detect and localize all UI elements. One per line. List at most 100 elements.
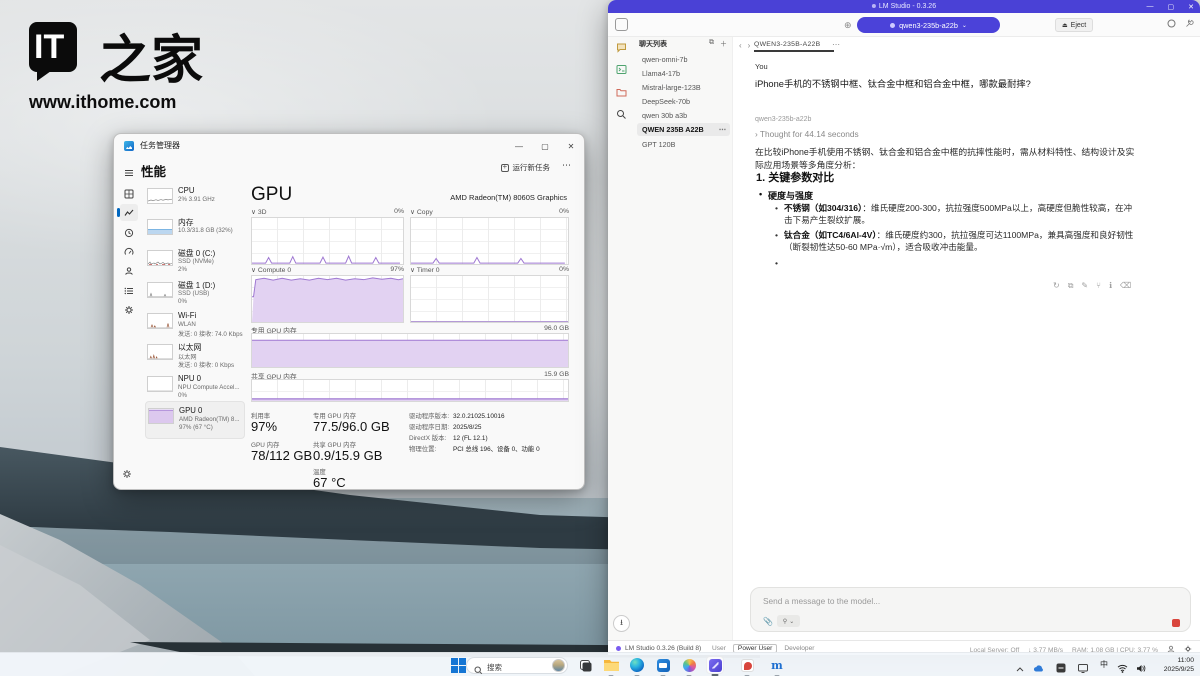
stop-generation-button[interactable] xyxy=(1172,619,1180,627)
copilot-button[interactable] xyxy=(680,656,698,674)
copy-icon[interactable]: ⧉ xyxy=(1068,281,1074,291)
paint-app-button[interactable] xyxy=(738,656,756,674)
mode-user[interactable]: User xyxy=(712,645,726,652)
models-folder-icon[interactable] xyxy=(614,85,628,99)
more-options-button[interactable]: ⋯ xyxy=(562,160,572,171)
chat-item[interactable]: GPT 120B xyxy=(637,138,730,151)
disk1-sparkline xyxy=(147,282,173,298)
stat-dedicated-value: 77.5/96.0 GB xyxy=(313,419,390,434)
mode-developer[interactable]: Developer xyxy=(784,645,814,652)
branch-icon[interactable]: ⑂ xyxy=(1096,281,1101,291)
active-chat-tab[interactable]: QWEN3-235B-A22B xyxy=(754,41,820,48)
chat-item[interactable]: qwen 30b a3b xyxy=(637,109,730,122)
bullet-2: 钛合金（如TC4/6Al-4V）：维氏硬度约300，抗拉强度可达1100MPa，… xyxy=(784,229,1140,253)
chat-item[interactable]: DeepSeek-70b xyxy=(637,95,730,108)
edit-icon[interactable]: ✎ xyxy=(1081,281,1088,291)
downloads-button[interactable]: ⭳ xyxy=(613,615,630,632)
settings-icon[interactable] xyxy=(122,469,132,481)
input-placeholder: Send a message to the model... xyxy=(763,596,880,606)
start-button[interactable] xyxy=(449,656,467,674)
chat-icon[interactable] xyxy=(614,40,628,54)
eject-button[interactable]: ⏏Eject xyxy=(1055,18,1093,32)
tray-app-icon-1[interactable] xyxy=(1056,660,1066,676)
ithome-logo-cn: 之家 xyxy=(99,18,203,93)
maximize-button[interactable]: ▢ xyxy=(532,134,558,158)
ithome-url: www.ithome.com xyxy=(29,92,176,113)
chat-item[interactable]: qwen-omni-7b xyxy=(637,53,730,66)
maximize-button[interactable]: ▢ xyxy=(1168,3,1175,11)
volume-icon[interactable] xyxy=(1136,660,1146,676)
perf-item-cpu[interactable]: CPU 2% 3.91 GHz xyxy=(145,184,245,215)
stat-gpumem-value: 78/112 GB xyxy=(251,448,312,463)
search-placeholder: 搜索 xyxy=(487,662,502,673)
file-explorer-button[interactable] xyxy=(602,656,620,674)
clock[interactable]: 11:00 2025/9/25 xyxy=(1164,656,1194,674)
chart-compute xyxy=(251,275,404,323)
m-app-button[interactable]: m xyxy=(768,656,786,674)
app-history-icon[interactable] xyxy=(120,224,138,241)
model-selector[interactable]: qwen3-235b-a22b⌄ xyxy=(857,17,1000,33)
message-input[interactable]: Send a message to the model... 📎 ⚲⌄ xyxy=(750,587,1191,632)
new-chat-plus-icon[interactable]: ＋ xyxy=(720,39,727,49)
wifi-sparkline xyxy=(147,313,173,329)
mail-app-button[interactable] xyxy=(654,656,672,674)
close-button[interactable]: ✕ xyxy=(558,134,584,158)
edge-button[interactable] xyxy=(628,656,646,674)
lm-studio-taskbar-button[interactable] xyxy=(706,656,724,674)
chat-item[interactable]: Llama4-17b xyxy=(637,67,730,80)
thought-toggle[interactable]: › Thought for 44.14 seconds xyxy=(755,129,859,139)
attach-icon[interactable]: 📎 xyxy=(763,617,773,626)
perf-item-gpu[interactable]: GPU 0 AMD Radeon(TM) 8... 97% (67 °C) xyxy=(145,401,245,439)
details-icon[interactable] xyxy=(120,282,138,299)
onedrive-icon[interactable] xyxy=(1033,660,1044,676)
hidden-icons-chevron[interactable] xyxy=(1016,661,1024,676)
perf-item-ethernet[interactable]: 以太网 以太网 发送: 0 接收: 0 Kbps xyxy=(145,340,245,371)
regenerate-icon[interactable]: ↻ xyxy=(1053,281,1060,291)
bullet-1: 不锈钢（如304/316）：维氏硬度200-300，抗拉强度500MPa以上，高… xyxy=(784,202,1140,226)
services-icon[interactable] xyxy=(120,301,138,318)
wrench-icon[interactable] xyxy=(1185,19,1194,30)
info-icon[interactable]: ℹ xyxy=(1109,281,1112,291)
disk0-sparkline xyxy=(147,250,173,266)
discover-search-icon[interactable] xyxy=(614,107,628,121)
chat-item-selected[interactable]: QWEN 235B A22B⋯ xyxy=(637,123,730,136)
wifi-icon[interactable] xyxy=(1117,660,1128,676)
perf-item-disk1[interactable]: 磁盘 1 (D:) SSD (USB) 0% xyxy=(145,278,245,309)
minimize-button[interactable]: — xyxy=(506,134,532,158)
chart-timer-header: ∨ Timer 00% xyxy=(410,266,569,274)
collapse-list-icon[interactable]: ⧉ xyxy=(709,39,714,47)
lm-studio-title: LM Studio - 0.3.26 xyxy=(872,3,936,10)
ithome-watermark: IT 之家 www.ithome.com xyxy=(29,20,229,115)
taskbar: 搜索 m xyxy=(0,652,1200,676)
menu-icon[interactable] xyxy=(120,164,138,181)
tray-app-icon-2[interactable] xyxy=(1078,660,1088,676)
driver-date-row: 驱动程序日期:2025/8/25 xyxy=(409,422,481,431)
processes-icon[interactable] xyxy=(120,185,138,202)
chat-item-menu-icon[interactable]: ⋯ xyxy=(719,123,726,136)
performance-icon[interactable] xyxy=(120,204,138,221)
search-daily-image[interactable] xyxy=(552,659,565,672)
startup-apps-icon[interactable] xyxy=(120,243,138,260)
chat-appearance-icon[interactable] xyxy=(1167,19,1176,30)
input-options[interactable]: ⚲⌄ xyxy=(777,615,800,627)
new-chat-icon[interactable] xyxy=(615,18,628,31)
chat-item[interactable]: Mistral-large-123B xyxy=(637,81,730,94)
minimize-button[interactable]: — xyxy=(1147,3,1154,10)
users-icon[interactable] xyxy=(120,262,138,279)
close-button[interactable]: ✕ xyxy=(1188,3,1194,11)
perf-item-memory[interactable]: 内存 10.3/31.8 GB (32%) xyxy=(145,215,245,246)
perf-item-wifi[interactable]: Wi-Fi WLAN 发送: 0 接收: 74.0 Kbps xyxy=(145,309,245,340)
task-manager-icon xyxy=(124,141,134,151)
task-view-button[interactable] xyxy=(576,656,594,674)
perf-item-disk0[interactable]: 磁盘 0 (C:) SSD (NVMe) 2% xyxy=(145,246,245,277)
perf-item-npu[interactable]: NPU 0 NPU Compute Accel... 0% xyxy=(145,372,245,403)
developer-icon[interactable] xyxy=(614,62,628,76)
task-manager-titlebar: 任务管理器 — ▢ ✕ xyxy=(114,134,584,158)
run-new-task-button[interactable]: 运行新任务 xyxy=(501,162,551,173)
search-box[interactable]: 搜索 xyxy=(466,657,568,674)
model-settings-icon[interactable]: ⊕ xyxy=(844,20,852,31)
delete-icon[interactable]: ⌫ xyxy=(1120,281,1131,291)
tab-menu-icon[interactable]: ⋯ xyxy=(832,40,840,49)
assistant-paragraph: 在比较iPhone手机使用不锈钢、钛合金和铝合金中框的抗摔性能时，需从材料特性、… xyxy=(755,146,1141,172)
ime-indicator[interactable]: 中 xyxy=(1100,659,1108,670)
